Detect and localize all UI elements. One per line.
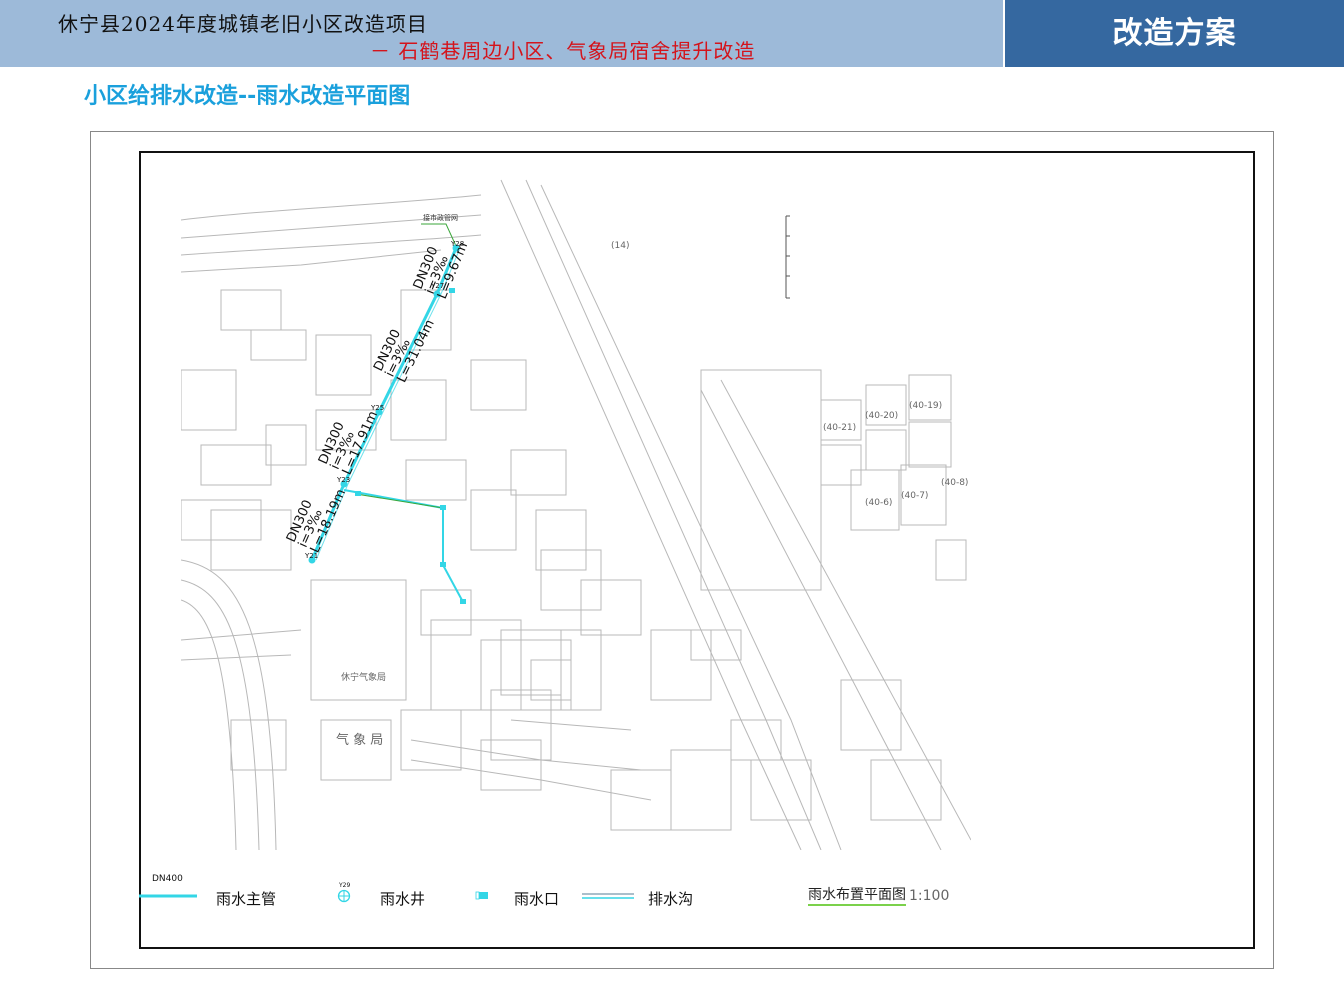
legend-well-code: Y29 <box>339 882 351 889</box>
building-label: 气 象 局 <box>336 732 383 748</box>
section-badge: 改造方案 <box>1003 0 1344 67</box>
street-label: (40-21) <box>823 423 856 433</box>
street-label: (40-7) <box>901 491 928 501</box>
legend-label-main-pipe: 雨水主管 <box>216 890 277 908</box>
project-subtitle: － 石鹤巷周边小区、气象局宿舍提升改造 <box>370 39 756 63</box>
connect-note: 接市政管网 <box>423 213 458 222</box>
vertical-scale-bar <box>785 215 790 299</box>
street-label: (40-6) <box>865 498 892 508</box>
legend-dn-note: DN400 <box>152 874 183 884</box>
legend-label-inlet: 雨水口 <box>514 890 560 908</box>
street-label: (40-19) <box>909 401 942 411</box>
inlet-icon <box>440 562 446 567</box>
scale-ratio: 1:100 <box>909 888 950 904</box>
scale-title: 雨水布置平面图 <box>808 886 906 906</box>
well-label: Y23 <box>336 476 350 484</box>
project-title: 休宁县2024年度城镇老旧小区改造项目 <box>58 12 428 36</box>
inlet-icon <box>460 599 466 604</box>
manhole-icon <box>337 889 351 903</box>
header-bar: 休宁县2024年度城镇老旧小区改造项目 － 石鹤巷周边小区、气象局宿舍提升改造 <box>0 0 1003 67</box>
well-label: Y25 <box>370 404 384 412</box>
street-label: (40-8) <box>941 478 968 488</box>
section-badge-label: 改造方案 <box>1112 16 1237 51</box>
inlet-icon <box>355 491 361 496</box>
page-title: 小区给排水改造--雨水改造平面图 <box>84 84 411 109</box>
street-label: (40-20) <box>865 411 898 421</box>
legend-label-manhole: 雨水井 <box>380 890 426 908</box>
legend-label-ditch: 排水沟 <box>648 890 694 908</box>
street-label: (14) <box>611 241 629 251</box>
site-plan-map: (14) (40-21) (40-20) (40-19) (40-6) (40-… <box>181 179 971 850</box>
building-label: 休宁气象局 <box>341 671 386 683</box>
ditch-icon <box>582 893 634 899</box>
inlet-icon <box>440 505 446 510</box>
inlet-icon <box>479 892 488 899</box>
